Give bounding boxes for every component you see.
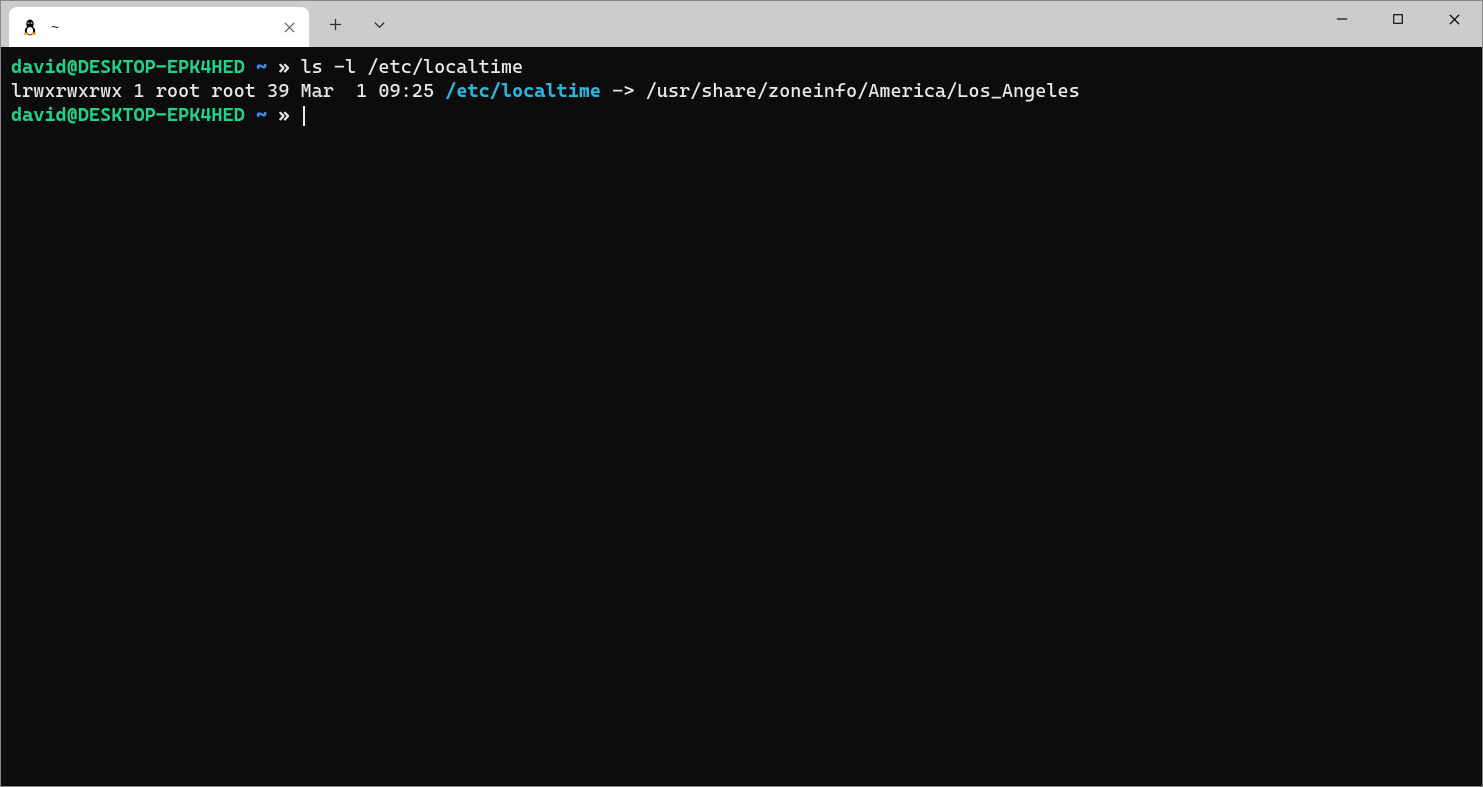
ls-permissions: lrwxrwxrwx 1 root root 39 Mar 1 09:25 <box>11 80 445 102</box>
tab-active[interactable]: ~ <box>9 7 309 47</box>
ls-symlink: /etc/localtime <box>445 80 601 102</box>
prompt-user: david@DESKTOP-EPK4HED <box>11 56 245 78</box>
terminal-body[interactable]: david@DESKTOP-EPK4HED ~ » ls -l /etc/loc… <box>1 47 1482 786</box>
prompt-sep: » <box>278 56 289 78</box>
tab-actions <box>309 1 393 47</box>
new-tab-button[interactable] <box>321 10 349 38</box>
ls-arrow: -> <box>601 80 646 102</box>
tab-dropdown-button[interactable] <box>365 10 393 38</box>
tab-close-button[interactable] <box>281 19 297 35</box>
tux-icon <box>21 18 39 36</box>
prompt-sep: » <box>278 104 289 126</box>
tab-title: ~ <box>51 19 281 35</box>
ls-target: /usr/share/zoneinfo/America/Los_Angeles <box>646 80 1080 102</box>
prompt-path: ~ <box>256 104 267 126</box>
terminal-line: lrwxrwxrwx 1 root root 39 Mar 1 09:25 /e… <box>11 79 1472 103</box>
maximize-button[interactable] <box>1370 1 1426 37</box>
minimize-button[interactable] <box>1314 1 1370 37</box>
window-controls <box>1314 1 1482 37</box>
command-text: ls -l /etc/localtime <box>301 56 524 78</box>
close-button[interactable] <box>1426 1 1482 37</box>
prompt-user: david@DESKTOP-EPK4HED <box>11 104 245 126</box>
prompt-path: ~ <box>256 56 267 78</box>
terminal-line: david@DESKTOP-EPK4HED ~ » <box>11 103 1472 127</box>
terminal-line: david@DESKTOP-EPK4HED ~ » ls -l /etc/loc… <box>11 55 1472 79</box>
terminal-window: ~ <box>0 0 1483 787</box>
cursor <box>303 106 305 126</box>
titlebar[interactable]: ~ <box>1 1 1482 47</box>
